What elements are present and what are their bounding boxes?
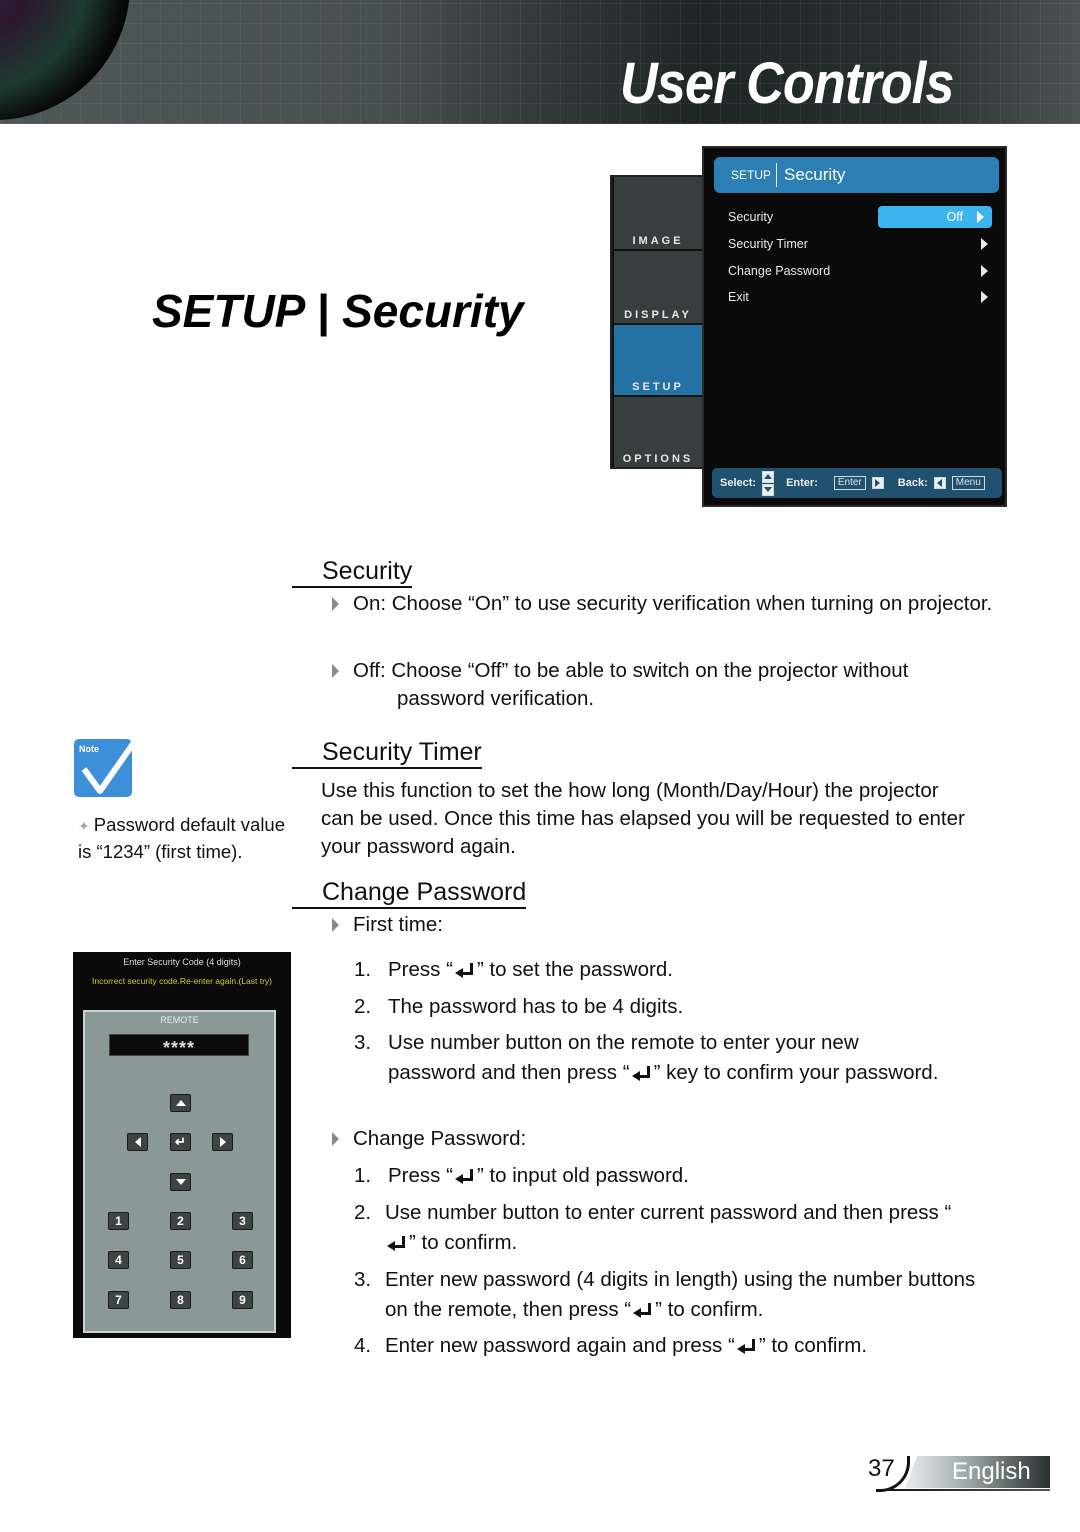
- banner-title: User Controls: [620, 51, 955, 116]
- help-select-label: Select:: [720, 477, 757, 489]
- remote-key-7[interactable]: 7: [108, 1291, 129, 1309]
- osd-side-tabs: IMAGE DISPLAY SETUP OPTIONS: [610, 175, 704, 469]
- enter-key-icon: [631, 1064, 652, 1082]
- bullet-change-password: Change Password:: [332, 1125, 993, 1153]
- osd-title-category: SETUP: [731, 168, 772, 182]
- menu-key-icon: Menu: [951, 476, 985, 490]
- remote-label: REMOTE: [160, 1015, 199, 1025]
- enter-key-icon: [454, 961, 475, 979]
- change-step-2: 2. Use number button to enter current pa…: [354, 1201, 952, 1254]
- bullet-security-off: Off: Choose “Off” to be able to switch o…: [332, 657, 993, 713]
- osd-security-value[interactable]: Off: [878, 206, 992, 228]
- osd-menu-panel: SETUP Security Security Off Security Tim…: [702, 146, 1007, 507]
- security-timer-description: Use this function to set the how long (M…: [321, 779, 965, 858]
- remote-key-9[interactable]: 9: [232, 1291, 253, 1309]
- security-code-input[interactable]: ****: [109, 1034, 249, 1058]
- osd-row-security-timer[interactable]: Security Timer: [728, 233, 990, 255]
- chevron-right-icon: [981, 291, 988, 303]
- remote-right-button[interactable]: [212, 1133, 233, 1151]
- help-back-label: Back:: [897, 477, 928, 489]
- remote-key-2[interactable]: 2: [170, 1212, 191, 1230]
- remote-key-5[interactable]: 5: [170, 1251, 191, 1269]
- osd-title-divider: [776, 163, 778, 187]
- osd-row-change-password[interactable]: Change Password: [728, 260, 990, 282]
- security-code-dialog: Enter Security Code (4 digits) Incorrect…: [73, 952, 291, 1338]
- first-time-step-2: 2. The password has to be 4 digits.: [354, 995, 684, 1018]
- osd-tab-display[interactable]: DISPLAY: [614, 251, 702, 323]
- note-icon: Note: [74, 729, 145, 797]
- page-title: SETUP | Security: [152, 285, 524, 337]
- header-banner: User Controls: [0, 0, 1080, 124]
- osd-row-label: Change Password: [728, 264, 831, 278]
- section-title-security-timer: Security Timer: [292, 737, 482, 769]
- first-time-step-1: 1. Press “” to set the password.: [354, 958, 673, 981]
- osd-row-label: Exit: [728, 290, 749, 304]
- footer-line: [876, 1489, 1050, 1491]
- remote-down-button[interactable]: [170, 1173, 191, 1191]
- remote-left-button[interactable]: [127, 1133, 148, 1151]
- remote-key-1[interactable]: 1: [108, 1212, 129, 1230]
- bullet-arrow-icon: [332, 918, 339, 932]
- diamond-bullet-icon: ✦: [78, 818, 90, 834]
- enter-key-icon: [633, 1301, 653, 1319]
- help-enter-label: Enter:: [786, 477, 818, 489]
- chevron-right-icon: [981, 265, 988, 277]
- dialog-title: Enter Security Code (4 digits): [123, 957, 241, 967]
- right-key-icon: [871, 477, 884, 489]
- section-title-security: Security: [292, 556, 413, 588]
- section-title-change-password: Change Password: [292, 877, 527, 909]
- change-step-4: 4. Enter new password again and press “”…: [354, 1334, 868, 1357]
- remote-key-3[interactable]: 3: [232, 1212, 253, 1230]
- osd-title-page: Security: [784, 165, 846, 184]
- remote-key-4[interactable]: 4: [108, 1251, 129, 1269]
- bullet-arrow-icon: [332, 597, 339, 611]
- first-time-step-3: 3. Use number button on the remote to en…: [354, 1031, 939, 1084]
- remote-enter-button[interactable]: ↵: [170, 1133, 191, 1151]
- chevron-right-icon: [981, 238, 988, 250]
- remote-keypad: REMOTE **** ↵ 1 2 3 4 5 6 7 8 9: [83, 1010, 276, 1333]
- note-text: ✦ Password default value is “1234” (first…: [78, 814, 286, 862]
- page-number: 37: [868, 1455, 895, 1482]
- enter-key-icon: Enter: [833, 476, 866, 490]
- remote-up-button[interactable]: [170, 1094, 191, 1112]
- remote-key-8[interactable]: 8: [170, 1291, 191, 1309]
- osd-row-exit[interactable]: Exit: [728, 286, 990, 308]
- bullet-arrow-icon: [332, 664, 339, 678]
- osd-tab-image[interactable]: IMAGE: [614, 177, 702, 249]
- change-step-1: 1. Press “” to input old password.: [354, 1164, 689, 1187]
- bullet-first-time: First time:: [332, 911, 993, 939]
- dialog-warning: Incorrect security code.Re-enter again.(…: [92, 976, 272, 986]
- osd-row-label: Security Timer: [728, 237, 808, 251]
- language-label: English: [952, 1458, 1031, 1485]
- enter-key-icon: [387, 1234, 407, 1252]
- chevron-right-icon: [977, 211, 984, 223]
- change-step-3: 3. Enter new password (4 digits in lengt…: [354, 1268, 976, 1321]
- enter-key-icon: [736, 1337, 757, 1355]
- enter-key-icon: [454, 1167, 475, 1185]
- osd-help-bar: Select: Enter: Enter Back: Menu: [712, 468, 1002, 498]
- osd-tab-options[interactable]: OPTIONS: [614, 397, 702, 467]
- up-down-keys-icon: [762, 470, 775, 496]
- osd-titlebar: SETUP Security: [714, 157, 999, 193]
- left-key-icon: [933, 477, 946, 489]
- checkmark-icon: [81, 729, 145, 794]
- bullet-arrow-icon: [332, 1132, 339, 1146]
- lens-graphic: [0, 0, 130, 120]
- bullet-security-on: On: Choose “On” to use security verifica…: [332, 590, 993, 618]
- osd-tab-setup[interactable]: SETUP: [614, 325, 702, 395]
- osd-security-value-text: Off: [946, 210, 963, 224]
- remote-key-6[interactable]: 6: [232, 1251, 253, 1269]
